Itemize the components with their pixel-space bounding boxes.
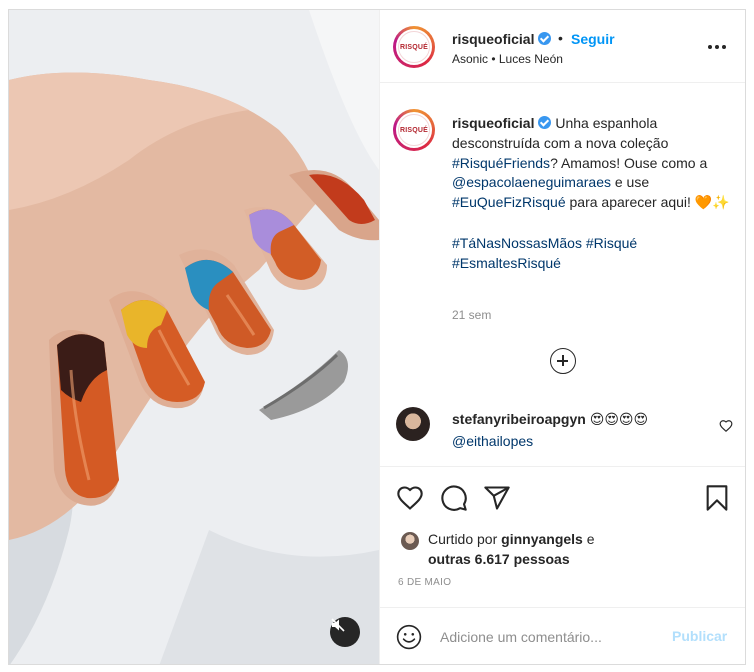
caption-emoji: 🧡✨ [694, 195, 730, 212]
more-options-button[interactable] [705, 35, 729, 59]
comment-username[interactable]: stefanyribeiroapgyn [452, 411, 586, 427]
post-header: RISQUÉ risqueoficial • Seguir Asonic • L… [380, 10, 745, 83]
caption-avatar[interactable]: RISQUÉ [393, 109, 435, 151]
more-dot-icon [708, 45, 712, 49]
comment-input[interactable] [440, 626, 660, 648]
liker-username[interactable]: ginnyangels [501, 531, 583, 547]
header-username[interactable]: risqueoficial [452, 31, 552, 47]
verified-badge-icon [538, 116, 552, 129]
more-dot-icon [722, 45, 726, 49]
comment-bubble-icon[interactable] [440, 484, 468, 512]
like-heart-icon[interactable] [396, 484, 424, 512]
save-bookmark-icon[interactable] [703, 484, 731, 512]
comment-like-heart-icon[interactable] [719, 419, 733, 433]
caption-timestamp[interactable]: 21 sem [452, 308, 491, 322]
post-video[interactable] [9, 10, 379, 664]
brand-logo: RISQUÉ [398, 31, 430, 63]
comment-mention-link[interactable]: @eithailopes [452, 433, 533, 449]
post-date[interactable]: 6 DE MAIO [398, 577, 451, 588]
commenter-avatar[interactable] [396, 407, 430, 441]
mention-link[interactable]: @espacolaeneguimaraes [452, 174, 611, 190]
post-caption: risqueoficial Unha espanhola desconstruí… [452, 115, 730, 271]
liker-avatar[interactable] [400, 531, 420, 551]
muted-speaker-icon [331, 618, 345, 632]
hashtag-link[interactable]: #EuQueFizRisqué [452, 194, 566, 210]
action-bar [380, 466, 745, 511]
hashtag-link[interactable]: #Risqué [586, 235, 637, 251]
more-dot-icon [715, 45, 719, 49]
verified-badge-icon [538, 32, 552, 45]
hashtag-link[interactable]: #EsmaltesRisqué [452, 255, 561, 271]
likes-count-link[interactable]: outras 6.617 pessoas [428, 551, 570, 567]
emoji-picker-icon[interactable] [396, 624, 422, 650]
post-details-panel: RISQUÉ risqueoficial • Seguir Asonic • L… [379, 10, 745, 664]
caption-username[interactable]: risqueoficial [452, 115, 534, 131]
audio-subtitle[interactable]: Asonic • Luces Neón [452, 52, 563, 66]
share-send-icon[interactable] [483, 484, 511, 512]
publish-button[interactable]: Publicar [672, 628, 727, 644]
follow-button[interactable]: Seguir [571, 31, 615, 47]
comment-emoji: 😍😍😍😍 [589, 412, 649, 428]
add-comment-bar: Publicar [380, 607, 745, 664]
comment-item: stefanyribeiroapgyn 😍😍😍😍 @eithailopes [452, 409, 702, 452]
hashtag-link[interactable]: #TáNasNossasMãos [452, 235, 582, 251]
hand-nails-illustration [9, 10, 379, 664]
profile-avatar[interactable]: RISQUÉ [393, 26, 435, 68]
load-more-comments-button[interactable] [550, 348, 576, 374]
mute-button[interactable] [330, 617, 360, 647]
post-card: RISQUÉ risqueoficial • Seguir Asonic • L… [8, 9, 746, 665]
brand-logo: RISQUÉ [398, 114, 430, 146]
hashtag-link[interactable]: #RisquéFriends [452, 155, 550, 171]
separator-dot: • [558, 30, 563, 46]
